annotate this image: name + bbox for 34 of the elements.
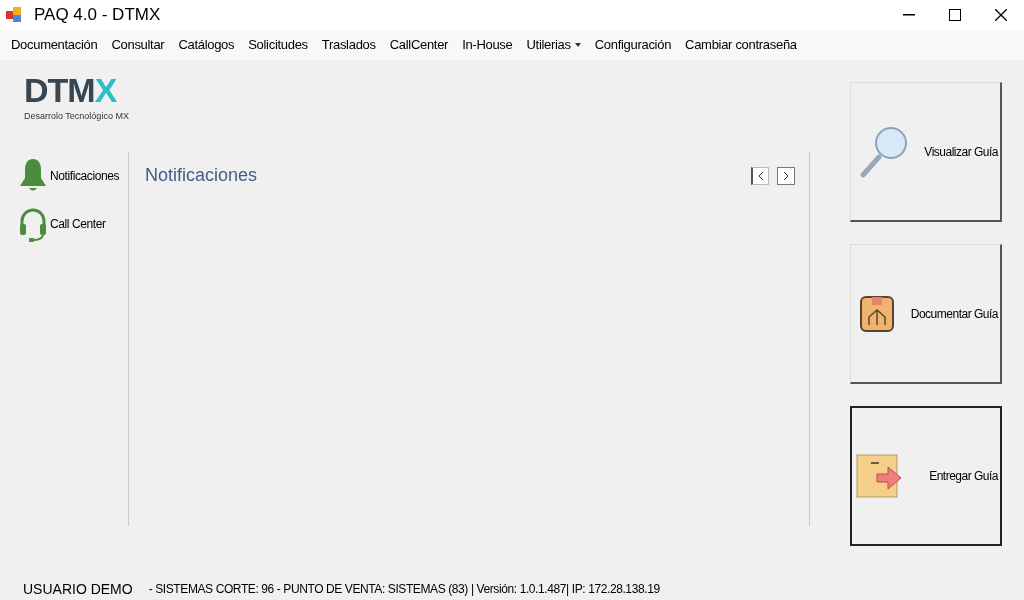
menu-item[interactable]: In-House xyxy=(455,30,520,60)
menu-item[interactable]: Cambiar contraseña xyxy=(678,30,804,60)
action-button[interactable]: Entregar Guía xyxy=(850,406,1002,546)
menu-item[interactable]: Configuración xyxy=(587,30,679,60)
menu-item[interactable]: Utilerias xyxy=(519,30,588,60)
menu-item[interactable]: Catálogos xyxy=(171,30,242,60)
minimize-icon xyxy=(903,14,915,16)
menu-item[interactable]: Consultar xyxy=(104,30,172,60)
menu-item[interactable]: CallCenter xyxy=(382,30,456,60)
sidebar-item[interactable]: Call Center xyxy=(18,206,128,242)
panel-title: Notificaciones xyxy=(145,164,258,187)
close-icon xyxy=(995,9,1007,21)
box-arrow-icon xyxy=(856,454,904,498)
logo: DTMX xyxy=(24,74,118,106)
action-button[interactable]: Documentar Guía xyxy=(850,244,1002,384)
package-icon xyxy=(859,294,895,333)
logo-subtitle: Desarrolo Tecnológico MX xyxy=(24,110,130,123)
previous-button[interactable] xyxy=(751,166,769,185)
app-icon xyxy=(6,7,22,23)
status-info: - SISTEMAS CORTE: 96 - PUNTO DE VENTA: SISTEMAS (83) | Versión: 1.0.1.487| IP: 172.28.138.19 xyxy=(148,581,660,598)
caret-icon xyxy=(574,43,581,47)
menu-item[interactable]: Traslados xyxy=(314,30,383,60)
menu-item[interactable]: Solicitudes xyxy=(241,30,315,60)
chevron-left-icon xyxy=(757,170,764,181)
chevron-right-icon xyxy=(783,170,789,181)
sidebar-item[interactable]: Notificaciones xyxy=(18,158,128,194)
maximize-icon xyxy=(949,9,961,21)
menu-item[interactable]: Documentación xyxy=(4,30,105,60)
action-button[interactable]: Visualizar Guía xyxy=(850,82,1002,222)
status-user: USUARIO DEMO xyxy=(23,579,133,599)
headset-icon xyxy=(18,206,48,242)
search-icon xyxy=(859,124,909,179)
window-title: PAQ 4.0 - DTMX xyxy=(34,4,161,27)
next-button[interactable] xyxy=(777,166,795,185)
